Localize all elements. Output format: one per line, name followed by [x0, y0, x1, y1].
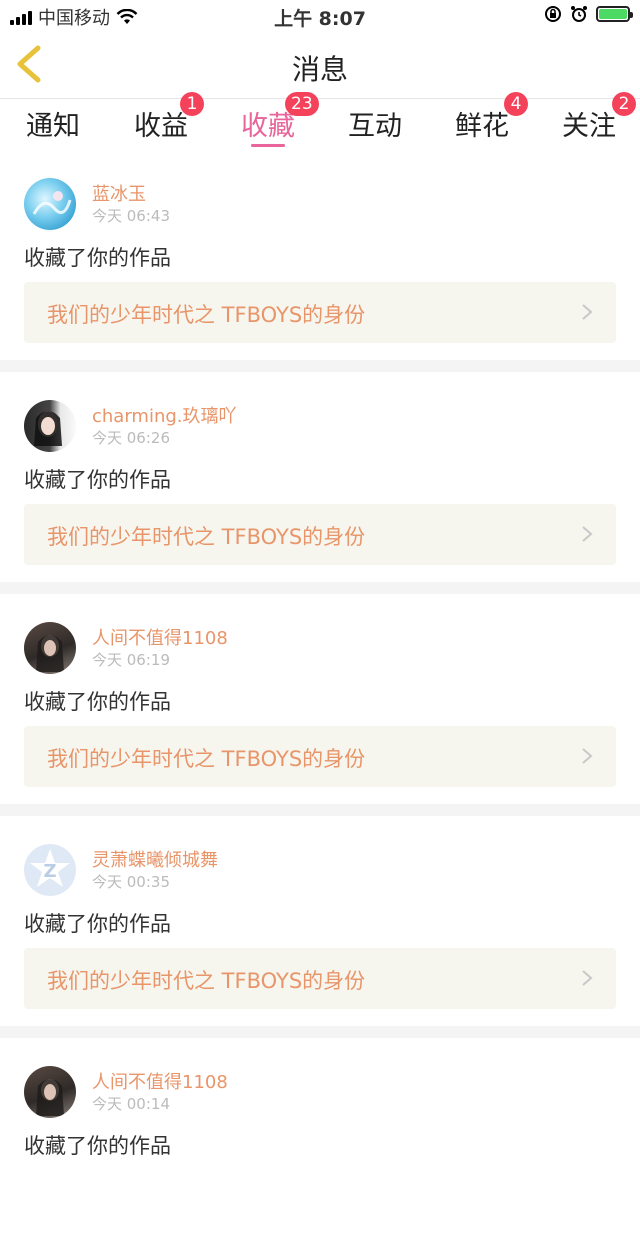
- divider: [0, 804, 640, 816]
- user-name[interactable]: 人间不值得1108: [92, 624, 228, 650]
- action-text: 收藏了你的作品: [24, 912, 171, 936]
- user-name[interactable]: 灵萧蝶曦倾城舞: [92, 846, 218, 872]
- chevron-right-icon: [582, 748, 593, 764]
- action-text: 收藏了你的作品: [24, 690, 171, 714]
- flowers-badge: 4: [504, 92, 528, 116]
- work-title: 我们的少年时代之 TFBOYS的身份: [47, 747, 366, 771]
- alarm-icon: [571, 6, 587, 22]
- action-text: 收藏了你的作品: [24, 1134, 171, 1158]
- avatar[interactable]: [24, 400, 76, 452]
- tab-label: 收藏: [241, 111, 295, 142]
- rotation-lock-icon: [545, 6, 561, 22]
- active-tab-indicator: [251, 144, 285, 147]
- chevron-right-icon: [582, 304, 593, 320]
- work-title: 我们的少年时代之 TFBOYS的身份: [47, 525, 366, 549]
- list-item: 蓝冰玉 今天 06:43 收藏了你的作品 我们的少年时代之 TFBOYS的身份: [0, 150, 640, 360]
- work-title: 我们的少年时代之 TFBOYS的身份: [47, 969, 366, 993]
- work-link[interactable]: 我们的少年时代之 TFBOYS的身份: [24, 726, 616, 787]
- divider: [0, 360, 640, 372]
- action-text: 收藏了你的作品: [24, 468, 171, 492]
- list-item: Z 灵萧蝶曦倾城舞 今天 00:35 收藏了你的作品 我们的少年时代之 TFBO…: [0, 816, 640, 1026]
- avatar[interactable]: [24, 622, 76, 674]
- timestamp: 今天 00:35: [92, 873, 170, 891]
- avatar[interactable]: [24, 1066, 76, 1118]
- tab-following[interactable]: 关注: [562, 104, 616, 143]
- user-name[interactable]: 人间不值得1108: [92, 1068, 228, 1094]
- nav-bar: 消息: [0, 32, 640, 99]
- avatar[interactable]: [24, 178, 76, 230]
- work-link[interactable]: 我们的少年时代之 TFBOYS的身份: [24, 504, 616, 565]
- tab-label: 通知: [26, 111, 80, 142]
- work-link[interactable]: 我们的少年时代之 TFBOYS的身份: [24, 948, 616, 1009]
- tab-bar: 通知 收益 1 收藏 23 互动 鲜花 4 关注 2: [0, 92, 640, 150]
- timestamp: 今天 06:19: [92, 651, 170, 669]
- tab-label: 收益: [134, 111, 188, 142]
- chevron-right-icon: [582, 970, 593, 986]
- tab-earnings[interactable]: 收益: [134, 104, 188, 143]
- work-title: 我们的少年时代之 TFBOYS的身份: [47, 303, 366, 327]
- list-item: 人间不值得1108 今天 06:19 收藏了你的作品 我们的少年时代之 TFBO…: [0, 594, 640, 804]
- status-right: [544, 5, 633, 23]
- favorites-badge: 23: [285, 92, 319, 116]
- list-item: 人间不值得1108 今天 00:14 收藏了你的作品: [0, 1038, 640, 1248]
- divider: [0, 1026, 640, 1038]
- user-name[interactable]: charming.玖璃吖: [92, 402, 237, 428]
- timestamp: 今天 06:26: [92, 429, 170, 447]
- svg-text:Z: Z: [43, 861, 56, 882]
- divider: [0, 582, 640, 594]
- tab-interactions[interactable]: 互动: [348, 104, 402, 143]
- default-avatar-icon[interactable]: Z: [24, 844, 76, 896]
- following-badge: 2: [612, 92, 636, 116]
- work-link[interactable]: 我们的少年时代之 TFBOYS的身份: [24, 282, 616, 343]
- message-feed: 蓝冰玉 今天 06:43 收藏了你的作品 我们的少年时代之 TFBOYS的身份 …: [0, 150, 640, 1248]
- status-bar: 中国移动 上午 8:07: [0, 0, 640, 32]
- tab-label: 鲜花: [455, 111, 509, 142]
- page-title: 消息: [291, 53, 348, 86]
- list-item: charming.玖璃吖 今天 06:26 收藏了你的作品 我们的少年时代之 T…: [0, 372, 640, 582]
- user-name[interactable]: 蓝冰玉: [92, 180, 146, 206]
- tab-label: 互动: [348, 111, 402, 142]
- timestamp: 今天 06:43: [92, 207, 170, 225]
- tab-label: 关注: [562, 111, 616, 142]
- timestamp: 今天 00:14: [92, 1095, 170, 1113]
- tab-flowers[interactable]: 鲜花: [455, 104, 509, 143]
- earnings-badge: 1: [180, 92, 204, 116]
- tab-notifications[interactable]: 通知: [26, 104, 80, 143]
- battery-icon: [596, 6, 633, 22]
- chevron-right-icon: [582, 526, 593, 542]
- action-text: 收藏了你的作品: [24, 246, 171, 270]
